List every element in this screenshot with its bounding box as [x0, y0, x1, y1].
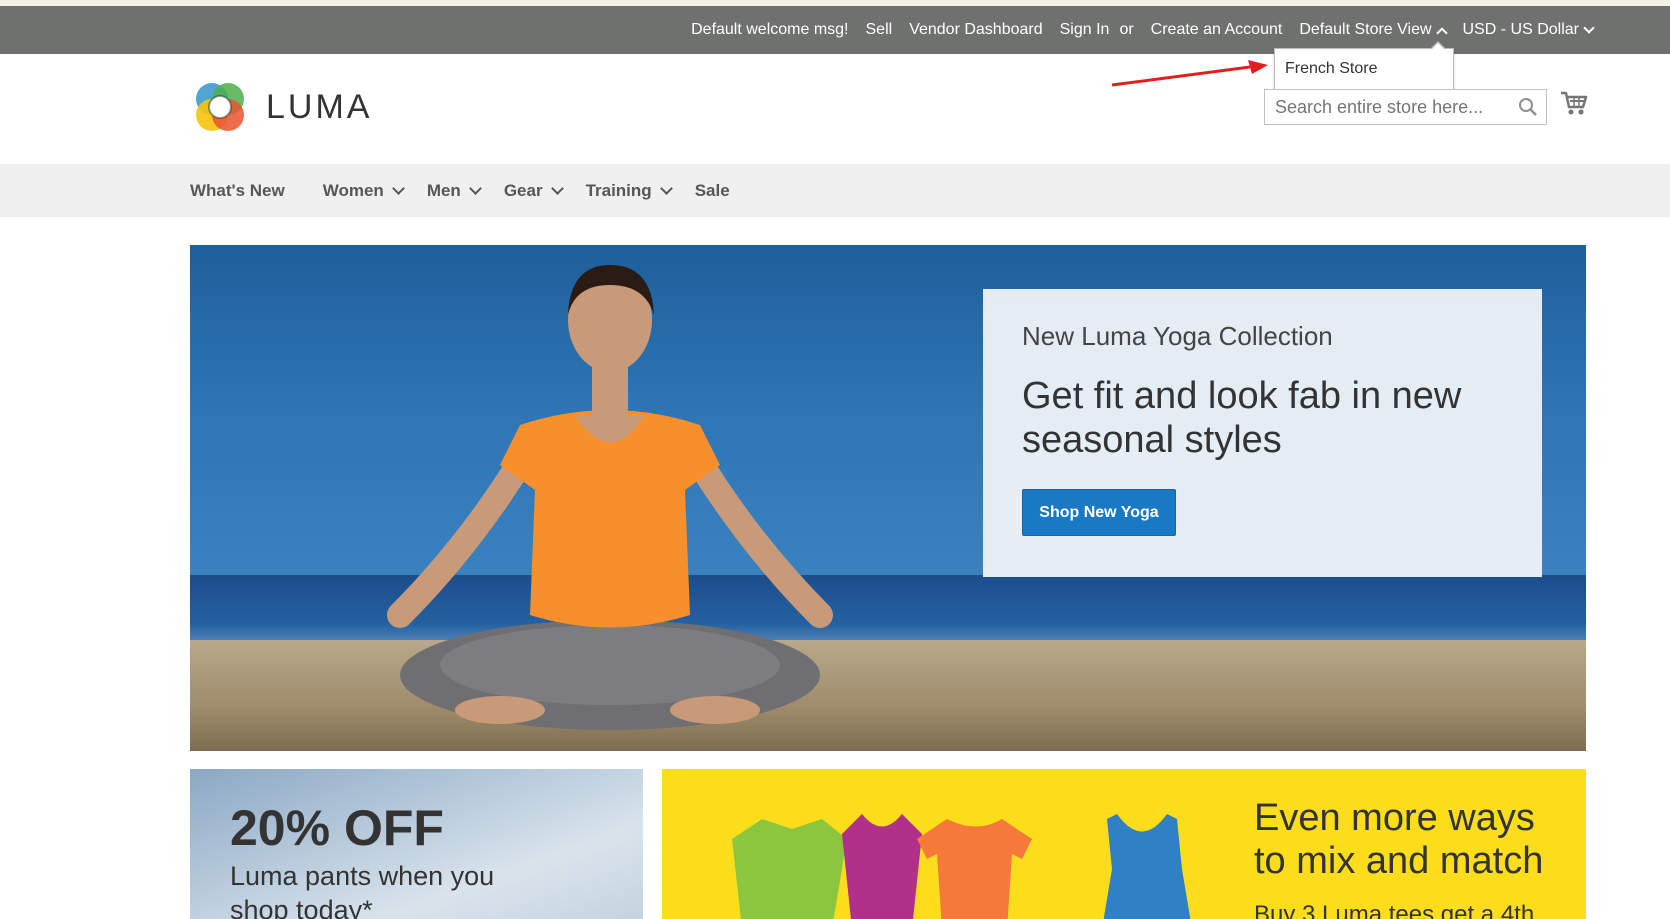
main-nav: What's New Women Men Gear Training Sale	[0, 164, 1670, 217]
chevron-down-icon	[391, 181, 405, 195]
panel-header: Default welcome msg! Sell Vendor Dashboa…	[0, 6, 1670, 54]
currency-switcher[interactable]: USD - US Dollar	[1462, 21, 1595, 39]
promo-tees-title: Even more ways to mix and match	[1254, 797, 1544, 882]
nav-item-sale[interactable]: Sale	[695, 181, 730, 201]
chevron-down-icon	[1583, 22, 1595, 34]
nav-item-label: Sale	[694, 180, 730, 200]
chevron-down-icon	[659, 181, 673, 195]
annotation-arrow	[1111, 60, 1268, 87]
cart-icon[interactable]	[1560, 90, 1588, 116]
chevron-up-icon	[1435, 26, 1448, 39]
promo-pants-headline: 20% OFF	[230, 800, 444, 856]
nav-item-training[interactable]: Training	[585, 180, 673, 201]
nav-item-label: Women	[322, 180, 384, 200]
nav-item-label: Training	[585, 180, 652, 200]
nav-item-label: Gear	[503, 180, 543, 200]
search-box	[1264, 89, 1547, 125]
welcome-message: Default welcome msg!	[691, 21, 849, 38]
luma-logo-icon	[196, 83, 244, 131]
hero-kicker: New Luma Yoga Collection	[1022, 321, 1333, 351]
sign-in-link[interactable]: Sign In	[1060, 21, 1110, 39]
sell-link[interactable]: Sell	[866, 21, 893, 39]
hero-headline: Get fit and look fab in new seasonal sty…	[1022, 375, 1462, 461]
chevron-down-icon	[550, 181, 564, 195]
promo-tees-subtext: Buy 3 Luma tees get a 4th	[1254, 901, 1535, 919]
yoga-model-image	[387, 265, 833, 730]
search-input[interactable]	[1265, 90, 1505, 124]
hero-card: New Luma Yoga Collection Get fit and loo…	[983, 289, 1542, 577]
logo[interactable]: LUMA	[190, 77, 372, 137]
store-dropdown: French Store	[1274, 41, 1454, 90]
promo-tees[interactable]: Even more ways to mix and match Buy 3 Lu…	[662, 769, 1586, 919]
promo-pants-subtext: Luma pants when you shop today*	[230, 861, 495, 919]
nav-item-men[interactable]: Men	[426, 180, 482, 201]
chevron-down-icon	[468, 181, 482, 195]
store-switcher[interactable]: Default Store View	[1299, 21, 1448, 39]
search-icon[interactable]	[1518, 97, 1538, 117]
nav-item-whats-new[interactable]: What's New	[190, 181, 285, 201]
logo-text: LUMA	[266, 87, 373, 126]
nav-item-label: Men	[426, 180, 461, 200]
nav-item-label: What's New	[190, 180, 285, 200]
tees-illustration	[732, 814, 1191, 919]
nav-items: What's New Women Men Gear Training Sale	[190, 164, 754, 217]
nav-item-gear[interactable]: Gear	[503, 180, 564, 201]
promo-pants[interactable]: 20% OFF Luma pants when you shop today*	[190, 769, 643, 919]
currency-switcher-label: USD - US Dollar	[1462, 21, 1579, 38]
shop-new-yoga-button[interactable]: Shop New Yoga	[1022, 489, 1176, 536]
or-separator: or	[1119, 21, 1134, 38]
vendor-dashboard-link[interactable]: Vendor Dashboard	[909, 21, 1042, 39]
store-option-french[interactable]: French Store	[1285, 60, 1377, 78]
store-switcher-label: Default Store View	[1299, 21, 1432, 38]
create-account-link[interactable]: Create an Account	[1151, 21, 1283, 39]
nav-item-women[interactable]: Women	[322, 180, 405, 201]
header-links: Default welcome msg! Sell Vendor Dashboa…	[674, 6, 1595, 54]
